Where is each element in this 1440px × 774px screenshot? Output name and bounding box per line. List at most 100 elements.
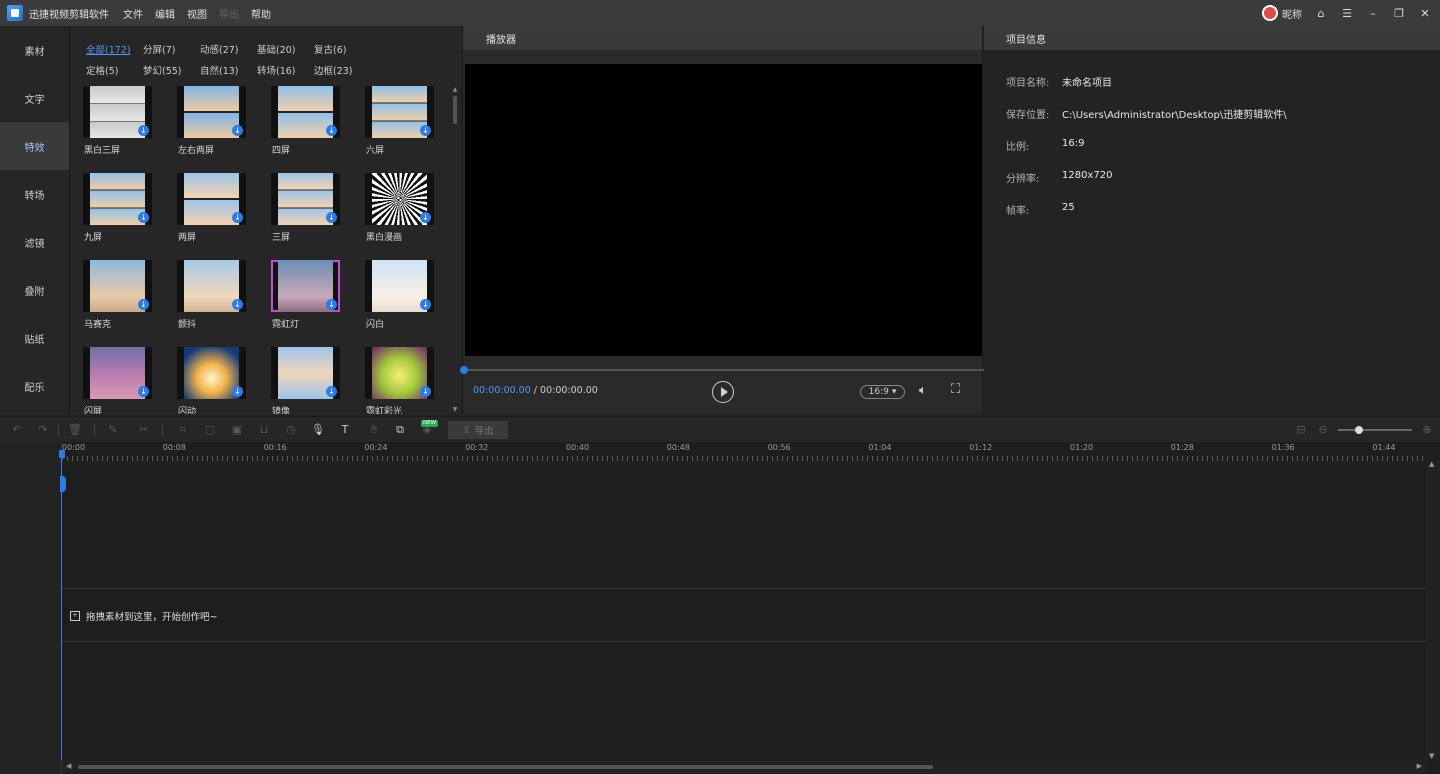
effect-card[interactable]: ↓ 霓虹彩光 [365,347,435,414]
effect-thumbnail[interactable]: ↓ [83,86,152,138]
aspect-ratio-select[interactable]: 16:9 ▾ [860,385,905,399]
effect-thumbnail[interactable]: ↓ [365,173,434,225]
effect-thumbnail[interactable]: ↓ [83,347,152,399]
microphone-icon[interactable]: 🎙︎ [311,423,325,437]
zoom-slider[interactable] [1338,429,1412,431]
effect-card[interactable]: ↓ 马赛克 [83,260,153,330]
effect-thumbnail[interactable]: ↓ [177,86,246,138]
effect-card[interactable]: ↓ 霓虹灯 [271,260,341,330]
speed-icon[interactable]: ◷ [284,423,298,437]
zoom-out-icon[interactable]: ⊖ [1316,423,1330,437]
effect-card[interactable]: ↓ 黑白漫画 [365,173,435,243]
timeline-horizontal-scrollbar[interactable]: ◀ ▶ [62,760,1426,774]
category-dynamic[interactable]: 动感(27) [200,42,257,56]
effect-thumbnail[interactable]: ↓ [83,260,152,312]
category-basic[interactable]: 基础(20) [257,42,314,56]
volume-icon[interactable]: 🔈︎ [919,383,927,398]
scroll-down-icon[interactable]: ▼ [451,406,459,414]
nav-text[interactable]: 文字 [0,74,69,122]
fit-timeline-icon[interactable]: ⊟ [1294,423,1308,437]
effect-card[interactable]: ↓ 镜像 [271,347,341,414]
effect-card[interactable]: ↓ 两屏 [177,173,247,243]
nav-filters[interactable]: 滤镜 [0,218,69,266]
menu-view[interactable]: 视图 [187,6,207,21]
playhead-line[interactable] [61,452,62,760]
effect-card[interactable]: ↓ 黑白三屏 [83,86,153,156]
download-icon[interactable]: ↓ [420,299,431,310]
download-icon[interactable]: ↓ [420,125,431,136]
timeline-vertical-scrollbar[interactable]: ▲ ▼ [1426,460,1440,760]
download-icon[interactable]: ↓ [420,386,431,397]
menu-export[interactable]: 导出 [219,6,239,21]
green-screen-icon[interactable]: ✋︎ [367,423,381,437]
effect-thumbnail[interactable]: ↓ [177,260,246,312]
playhead-handle[interactable] [60,476,66,492]
nav-materials[interactable]: 素材 [0,26,69,74]
menu-help[interactable]: 帮助 [251,6,271,21]
download-icon[interactable]: ↓ [138,386,149,397]
category-freeze[interactable]: 定格(5) [86,63,143,77]
crop-icon[interactable]: ⌗ [176,423,190,437]
nav-music[interactable]: 配乐 [0,362,69,410]
zoom-in-icon[interactable]: ⊕ [1420,423,1434,437]
split-icon[interactable]: ✂ [137,423,151,437]
text-to-speech-icon[interactable]: T [338,423,352,437]
download-icon[interactable]: ↓ [138,299,149,310]
download-icon[interactable]: ↓ [326,386,337,397]
playhead-marker[interactable] [59,450,65,458]
scroll-up-icon[interactable]: ▲ [451,86,459,94]
scroll-down-icon[interactable]: ▼ [1429,752,1434,760]
playback-progress[interactable] [463,369,984,371]
user-avatar[interactable] [1262,5,1278,21]
scroll-thumb[interactable] [453,96,457,124]
nav-stickers[interactable]: 贴纸 [0,314,69,362]
effect-thumbnail[interactable]: ↓ [271,347,340,399]
effect-card[interactable]: ↓ 颤抖 [177,260,247,330]
download-icon[interactable]: ↓ [232,212,243,223]
audio-wave-icon[interactable]: ⊔ [257,423,271,437]
effect-card[interactable]: ↓ 九屏 [83,173,153,243]
download-icon[interactable]: ↓ [232,386,243,397]
layers-icon[interactable]: ⧉ [393,423,407,437]
playback-knob[interactable] [460,366,468,374]
effect-thumbnail[interactable]: ↓ [365,86,434,138]
freeze-icon[interactable]: ▢ [203,423,217,437]
home-icon[interactable]: ⌂ [1314,6,1328,20]
category-dreamy[interactable]: 梦幻(55) [143,63,200,77]
effect-thumbnail[interactable]: ↓ [365,347,434,399]
time-ruler[interactable]: 00:00 00:08 00:16 00:24 00:32 00:40 00:48 00:56… [62,442,1426,462]
download-icon[interactable]: ↓ [138,212,149,223]
menu-edit[interactable]: 编辑 [155,6,175,21]
effect-thumbnail[interactable]: ↓ [177,347,246,399]
undo-icon[interactable]: ↶ [10,423,24,437]
effect-thumbnail[interactable]: ↓ [271,260,340,312]
effect-card[interactable]: ↓ 左右两屏 [177,86,247,156]
category-border[interactable]: 边框(23) [314,63,371,77]
download-icon[interactable]: ↓ [232,299,243,310]
effect-thumbnail[interactable]: ↓ [83,173,152,225]
scroll-thumb[interactable] [78,765,933,769]
minimize-icon[interactable]: – [1366,6,1380,20]
library-scrollbar[interactable]: ▲ ▼ [451,86,459,414]
nav-transitions[interactable]: 转场 [0,170,69,218]
effect-thumbnail[interactable]: ↓ [271,86,340,138]
category-split[interactable]: 分屏(7) [143,42,200,56]
scroll-up-icon[interactable]: ▲ [1429,460,1434,468]
delete-icon[interactable]: 🗑︎ [68,423,82,437]
category-nature[interactable]: 自然(13) [200,63,257,77]
close-icon[interactable]: ✕ [1418,6,1432,20]
effect-thumbnail[interactable]: ↓ [177,173,246,225]
effect-card[interactable]: ↓ 闪白 [365,260,435,330]
category-retro[interactable]: 复古(6) [314,42,371,56]
scroll-right-icon[interactable]: ▶ [1417,762,1422,770]
menu-icon[interactable]: ☰ [1340,6,1354,20]
effect-card[interactable]: ↓ 闪动 [177,347,247,414]
nickname-label[interactable]: 昵称 [1282,6,1302,21]
play-button[interactable] [712,381,734,403]
download-icon[interactable]: ↓ [420,212,431,223]
effect-card[interactable]: ↓ 六屏 [365,86,435,156]
edit-icon[interactable]: ✎ [106,423,120,437]
fullscreen-icon[interactable]: ⛶ [951,382,960,397]
category-transition[interactable]: 转场(16) [257,63,314,77]
mosaic-icon[interactable]: ▣ [230,423,244,437]
